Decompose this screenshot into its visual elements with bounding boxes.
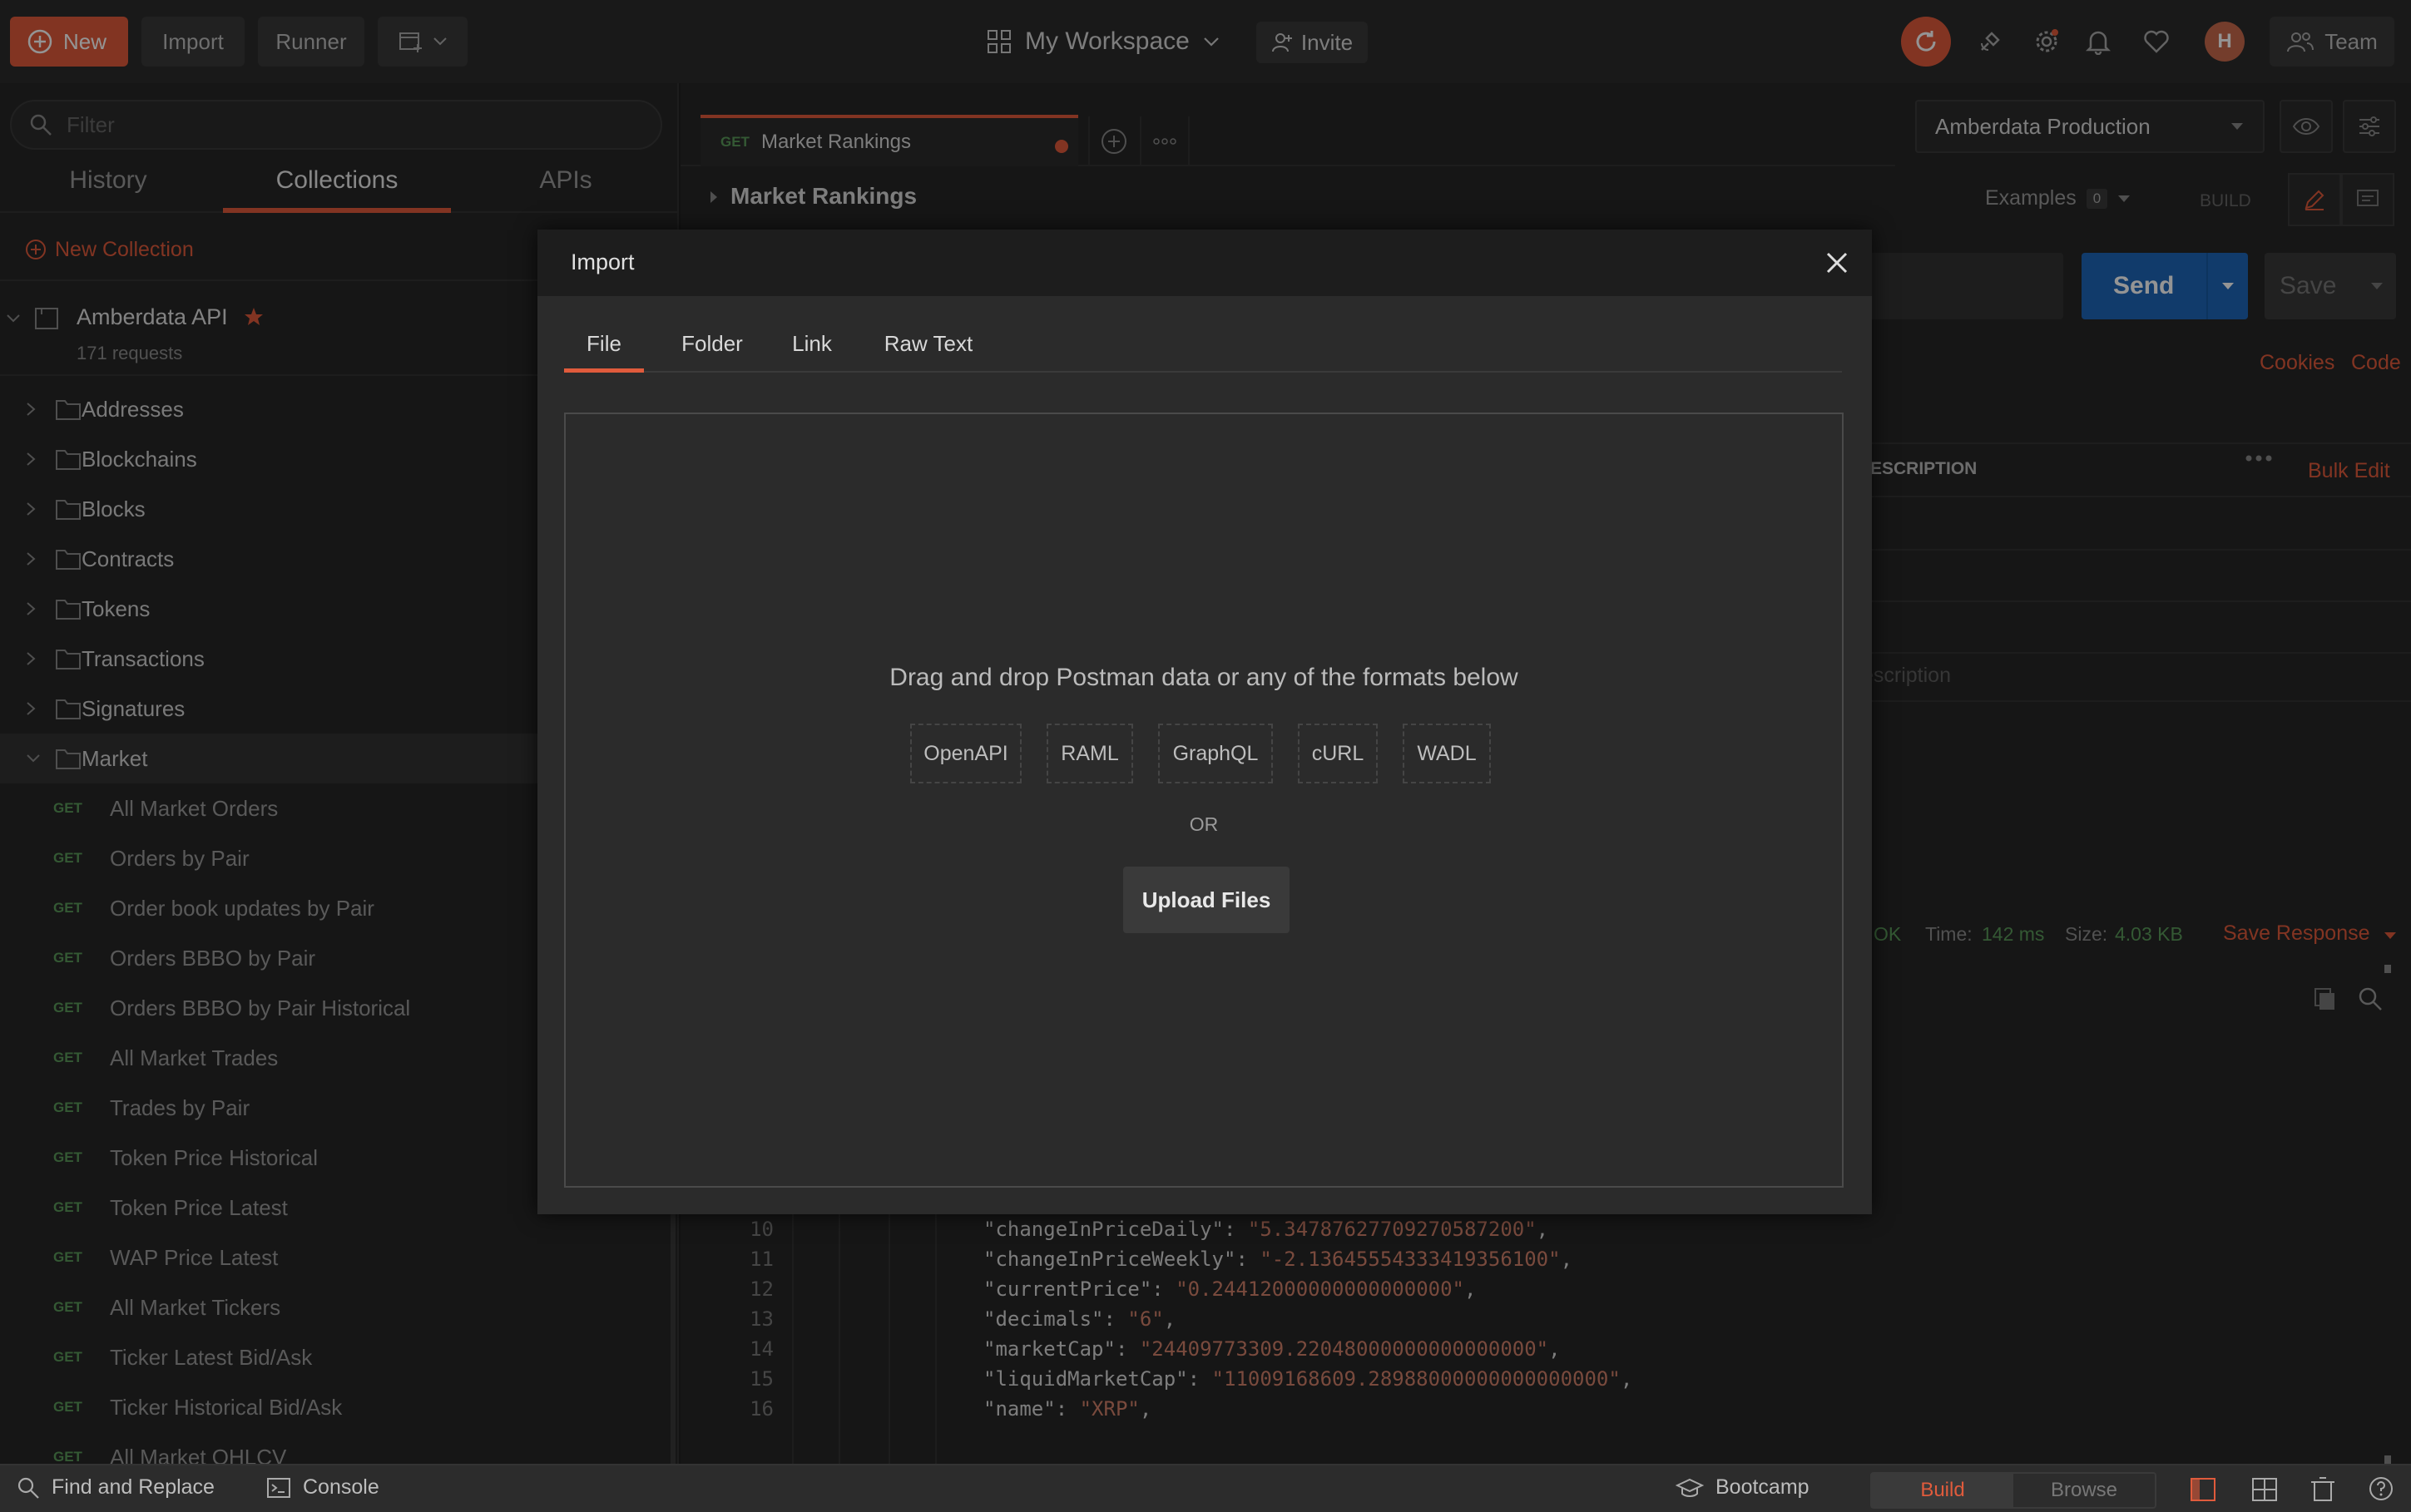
- format-curl: cURL: [1298, 724, 1378, 783]
- import-tabs: File Folder Link Raw Text: [564, 319, 1842, 373]
- build-mode-label: Build: [1920, 1479, 1965, 1501]
- tab-file-label: File: [587, 331, 621, 356]
- format-label: RAML: [1061, 741, 1119, 765]
- tab-file[interactable]: File: [564, 331, 644, 373]
- graduation-cap-icon: [1676, 1477, 1704, 1499]
- format-label: OpenAPI: [923, 741, 1008, 765]
- console-button[interactable]: Console: [266, 1475, 379, 1500]
- bootcamp-button[interactable]: Bootcamp: [1676, 1475, 1809, 1500]
- browse-mode-button[interactable]: Browse: [2013, 1474, 2155, 1507]
- format-label: WADL: [1417, 741, 1477, 765]
- tab-link[interactable]: Link: [779, 331, 845, 373]
- browse-mode-label: Browse: [2050, 1479, 2118, 1501]
- layout-icon[interactable]: [2251, 1477, 2278, 1502]
- format-graphql: GraphQL: [1158, 724, 1273, 783]
- file-drop-zone[interactable]: Drag and drop Postman data or any of the…: [564, 413, 1844, 1188]
- find-replace-button[interactable]: Find and Replace: [17, 1475, 215, 1500]
- tab-folder[interactable]: Folder: [662, 331, 762, 373]
- two-pane-icon[interactable]: [2190, 1477, 2216, 1502]
- import-modal: Import File Folder Link Raw Text Drag an…: [537, 230, 1872, 1214]
- upload-files-label: Upload Files: [1141, 887, 1271, 912]
- mode-switch: Build Browse: [1870, 1472, 2156, 1509]
- format-wadl: WADL: [1403, 724, 1491, 783]
- build-mode-button[interactable]: Build: [1872, 1474, 2013, 1507]
- find-replace-label: Find and Replace: [52, 1475, 215, 1499]
- upload-files-button[interactable]: Upload Files: [1123, 867, 1290, 933]
- modal-title: Import: [571, 250, 635, 274]
- tab-raw-text[interactable]: Raw Text: [862, 331, 995, 373]
- console-icon: [266, 1477, 291, 1499]
- help-icon[interactable]: [2368, 1475, 2394, 1502]
- or-separator: OR: [1189, 813, 1219, 835]
- format-label: cURL: [1311, 741, 1364, 765]
- bootcamp-label: Bootcamp: [1715, 1475, 1809, 1499]
- status-bar: Find and Replace Console Bootcamp Build …: [0, 1464, 2411, 1512]
- tab-link-label: Link: [792, 331, 832, 356]
- format-raml: RAML: [1047, 724, 1133, 783]
- format-label: GraphQL: [1172, 741, 1259, 765]
- format-openapi: OpenAPI: [910, 724, 1022, 783]
- console-label: Console: [303, 1475, 379, 1499]
- trash-icon[interactable]: [2310, 1475, 2336, 1502]
- close-button[interactable]: [1819, 245, 1855, 281]
- close-icon: [1824, 250, 1849, 275]
- tab-raw-text-label: Raw Text: [884, 331, 973, 356]
- tab-folder-label: Folder: [681, 331, 743, 356]
- drop-instructions: Drag and drop Postman data or any of the…: [889, 664, 1518, 691]
- modal-header: Import: [537, 230, 1872, 296]
- search-icon: [17, 1476, 40, 1500]
